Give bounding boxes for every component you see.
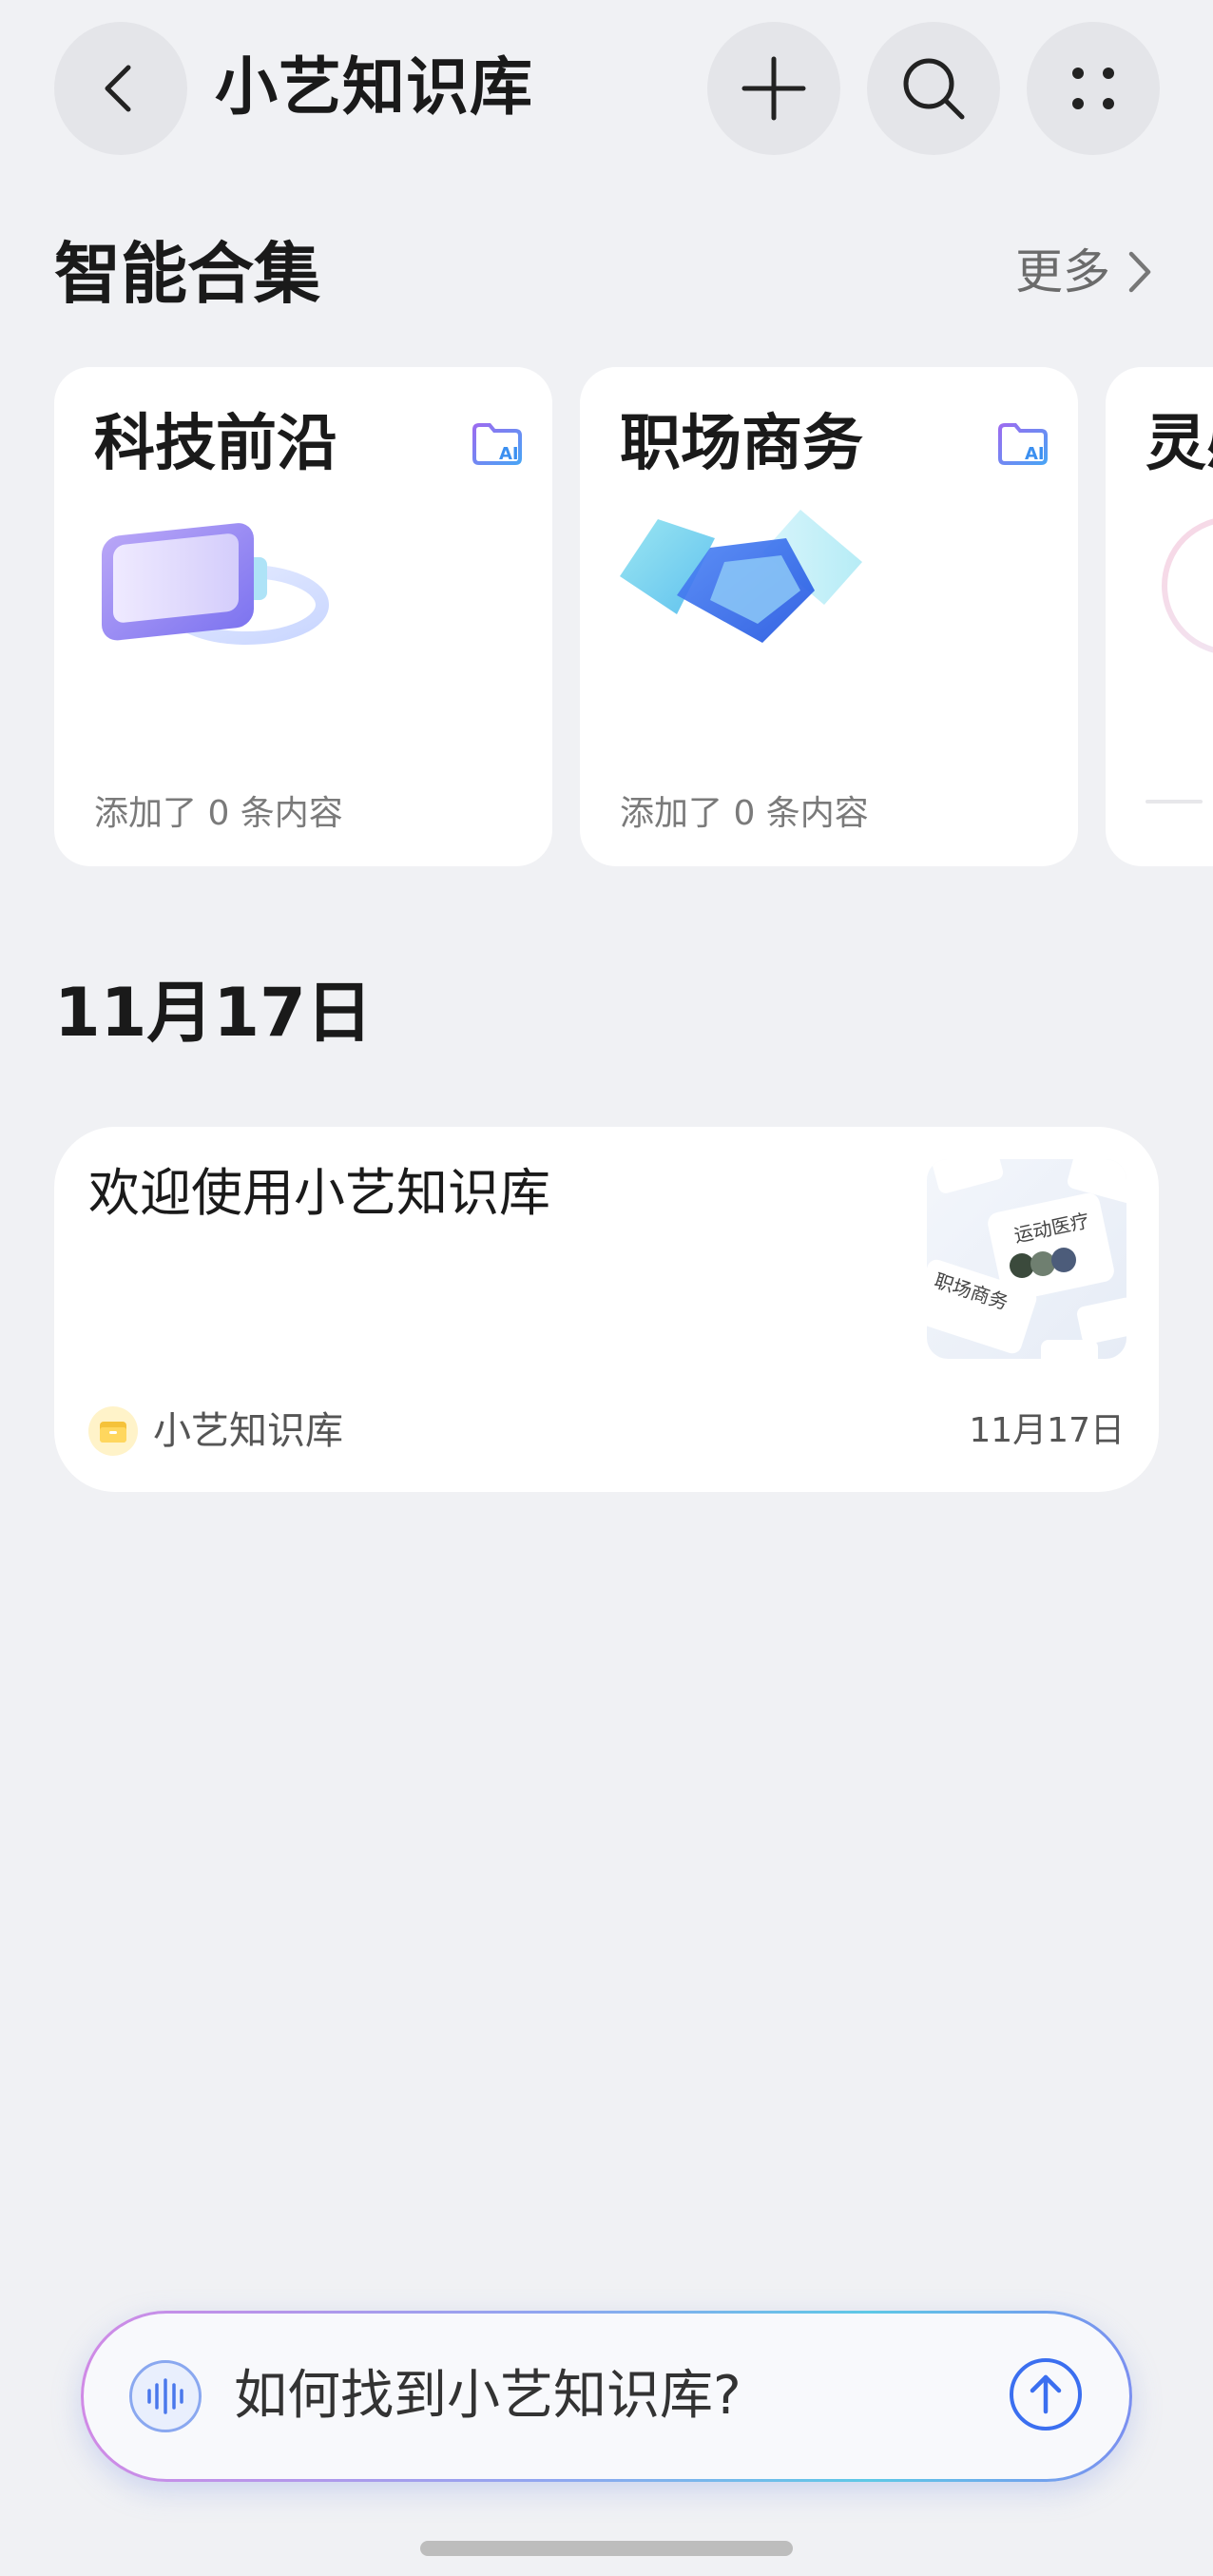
ai-folder-icon: AI [996,420,1049,472]
search-button[interactable] [867,22,1000,155]
collection-title: 职场商务 [620,409,863,479]
collection-count-placeholder [1146,800,1203,804]
collection-card-inspiration[interactable]: 灵感 [1106,367,1213,866]
sound-wave-icon [147,2378,183,2414]
smart-collections-title: 智能合集 [54,235,320,313]
chevron-right-icon [1128,251,1151,293]
plus-icon [741,56,806,121]
more-collections-link[interactable]: 更多 [1015,234,1156,310]
collection-card-business[interactable]: 职场商务 AI 添加了 0 条内容 [580,367,1078,866]
back-button[interactable] [54,22,187,155]
smart-collections-carousel[interactable]: 科技前沿 AI 添加了 0 条内容 职场商务 AI 添加了 0 条内容 灵 [54,367,1213,866]
send-button[interactable] [1008,2356,1084,2436]
svg-text:AI: AI [499,444,519,464]
date-heading: 11月17日 [54,974,373,1052]
note-source: 小艺知识库 [88,1403,343,1460]
collection-count: 添加了 0 条内容 [94,794,343,833]
ask-bar[interactable]: 如何找到小艺知识库? [81,2311,1132,2482]
note-card[interactable]: 欢迎使用小艺知识库 运动医疗 职场商务 小艺知识库 11月17日 [54,1127,1159,1492]
handshake-icon [620,510,867,666]
search-icon [903,58,965,120]
note-title: 欢迎使用小艺知识库 [88,1163,550,1223]
add-button[interactable] [707,22,840,155]
chevron-left-icon [105,65,131,112]
note-source-label: 小艺知识库 [153,1409,343,1453]
ai-folder-icon: AI [471,420,524,472]
folder-icon [88,1406,138,1456]
collection-title: 科技前沿 [94,409,337,479]
vr-headset-icon [94,510,332,666]
circle-icon [1155,510,1213,666]
collection-count: 添加了 0 条内容 [620,794,869,833]
more-label: 更多 [1015,244,1110,300]
note-thumbnail: 运动医疗 职场商务 [927,1159,1126,1359]
svg-text:AI: AI [1025,444,1045,464]
collection-title: 灵感 [1146,409,1213,479]
voice-input-button[interactable] [129,2360,202,2432]
grid-dots-icon [1072,68,1114,109]
home-indicator[interactable] [420,2541,793,2556]
note-date: 11月17日 [969,1411,1125,1450]
ask-input[interactable]: 如何找到小艺知识库? [234,2358,741,2434]
page-title: 小艺知识库 [215,50,533,124]
more-options-button[interactable] [1027,22,1160,155]
arrow-up-icon [1010,2358,1082,2431]
collection-card-tech[interactable]: 科技前沿 AI 添加了 0 条内容 [54,367,552,866]
